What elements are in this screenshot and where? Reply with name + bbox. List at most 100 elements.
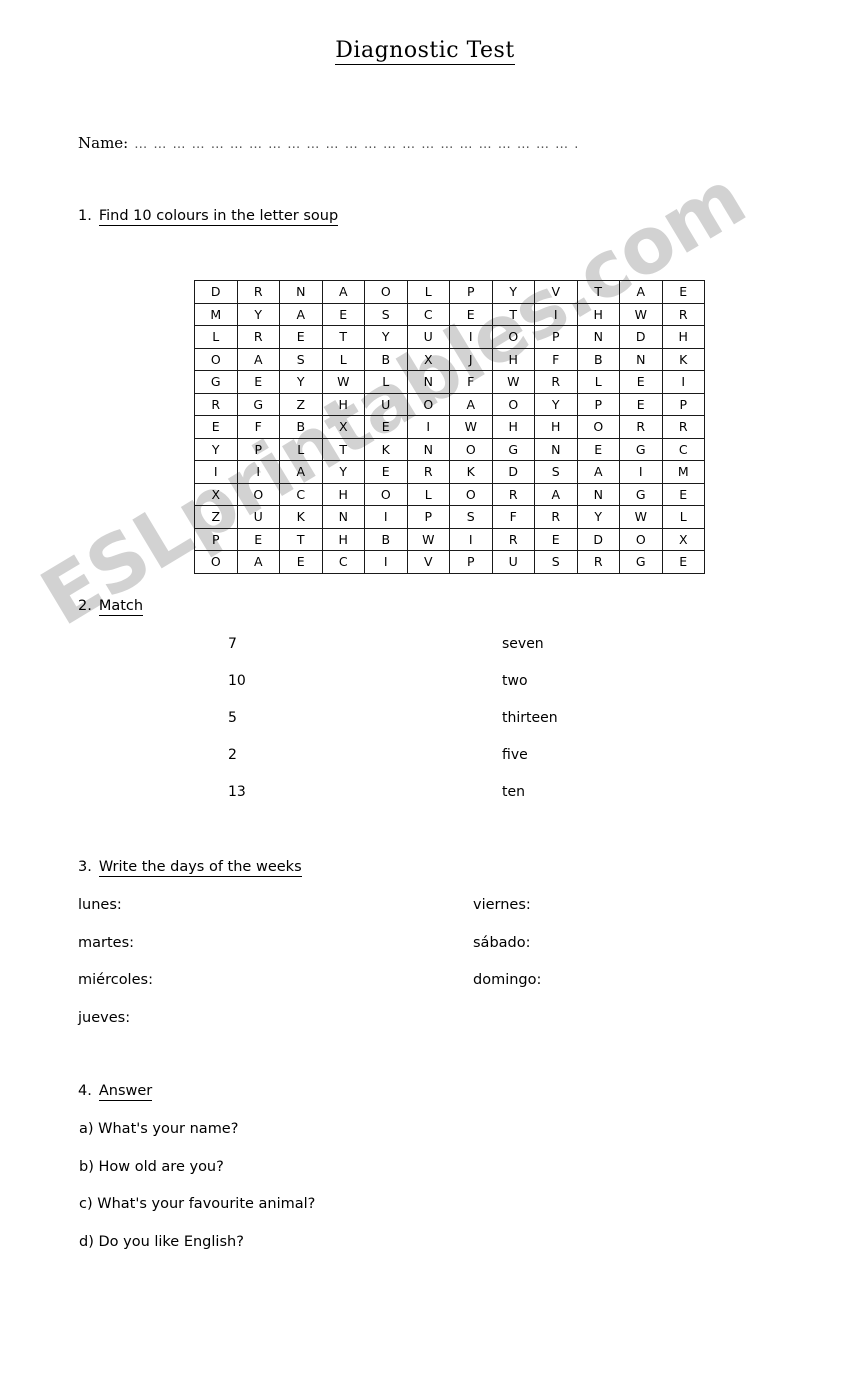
word-search-cell[interactable]: N [406,370,450,394]
word-search-cell[interactable]: K [279,505,323,529]
word-search-cell[interactable]: H [321,482,365,506]
word-search-cell[interactable]: R [619,415,663,439]
word-search-cell[interactable]: B [364,527,408,551]
word-search-cell[interactable]: E [619,370,663,394]
word-search-cell[interactable]: W [619,302,663,326]
word-search-cell[interactable]: W [406,527,450,551]
word-search-cell[interactable]: S [449,505,493,529]
word-search-cell[interactable]: E [194,415,238,439]
word-search-cell[interactable]: N [406,437,450,461]
word-search-cell[interactable]: K [449,460,493,484]
word-search-cell[interactable]: X [321,415,365,439]
word-search-cell[interactable]: W [321,370,365,394]
word-search-cell[interactable]: C [406,302,450,326]
word-search-cell[interactable]: A [236,550,280,574]
word-search-cell[interactable]: X [661,527,705,551]
word-search-cell[interactable]: A [449,392,493,416]
word-search-cell[interactable]: F [534,347,578,371]
day-label-item[interactable]: viernes: [473,895,541,933]
word-search-cell[interactable]: I [236,460,280,484]
word-search-cell[interactable]: X [406,347,450,371]
match-word-item[interactable]: five [502,745,558,782]
word-search-cell[interactable]: H [534,415,578,439]
word-search-cell[interactable]: I [449,527,493,551]
word-search-cell[interactable]: O [236,482,280,506]
word-search-cell[interactable]: P [406,505,450,529]
word-search-cell[interactable]: S [534,460,578,484]
word-search-cell[interactable]: J [449,347,493,371]
word-search-cell[interactable]: C [661,437,705,461]
word-search-cell[interactable]: H [321,527,365,551]
match-number-item[interactable]: 5 [228,708,246,745]
word-search-cell[interactable]: O [194,347,238,371]
word-search-cell[interactable]: V [406,550,450,574]
word-search-cell[interactable]: N [576,482,620,506]
word-search-cell[interactable]: A [279,302,323,326]
word-search-cell[interactable]: R [491,527,535,551]
word-search-cell[interactable]: A [279,460,323,484]
word-search-cell[interactable]: I [194,460,238,484]
word-search-cell[interactable]: Y [534,392,578,416]
day-label-item[interactable]: domingo: [473,970,541,1008]
match-number-item[interactable]: 10 [228,671,246,708]
word-search-cell[interactable]: T [321,325,365,349]
word-search-cell[interactable]: I [534,302,578,326]
word-search-cell[interactable]: O [194,550,238,574]
word-search-cell[interactable]: P [576,392,620,416]
word-search-cell[interactable]: Y [576,505,620,529]
match-number-item[interactable]: 7 [228,634,246,671]
word-search-cell[interactable]: T [576,280,620,304]
word-search-cell[interactable]: P [449,280,493,304]
word-search-cell[interactable]: E [619,392,663,416]
answer-question-item[interactable]: a) What's your name? [79,1119,315,1157]
answer-question-item[interactable]: d) Do you like English? [79,1232,315,1270]
word-search-cell[interactable]: F [491,505,535,529]
word-search-cell[interactable]: P [449,550,493,574]
word-search-cell[interactable]: O [364,280,408,304]
word-search-cell[interactable]: G [619,550,663,574]
word-search-cell[interactable]: R [534,370,578,394]
word-search-cell[interactable]: M [194,302,238,326]
word-search-cell[interactable]: W [449,415,493,439]
word-search-cell[interactable]: Z [279,392,323,416]
word-search-cell[interactable]: O [406,392,450,416]
word-search-cell[interactable]: H [491,415,535,439]
word-search-cell[interactable]: W [619,505,663,529]
word-search-cell[interactable]: H [491,347,535,371]
word-search-cell[interactable]: O [576,415,620,439]
word-search-cell[interactable]: O [491,392,535,416]
word-search-cell[interactable]: D [491,460,535,484]
word-search-cell[interactable]: A [321,280,365,304]
word-search-cell[interactable]: R [194,392,238,416]
match-number-item[interactable]: 2 [228,745,246,782]
word-search-cell[interactable]: R [236,325,280,349]
word-search-cell[interactable]: H [321,392,365,416]
word-search-cell[interactable]: P [236,437,280,461]
word-search-cell[interactable]: Z [194,505,238,529]
word-search-cell[interactable]: E [661,550,705,574]
word-search-cell[interactable]: V [534,280,578,304]
word-search-cell[interactable]: S [534,550,578,574]
answer-question-item[interactable]: c) What's your favourite animal? [79,1194,315,1232]
word-search-cell[interactable]: B [364,347,408,371]
match-word-item[interactable]: seven [502,634,558,671]
word-search-cell[interactable]: G [194,370,238,394]
word-search-cell[interactable]: R [236,280,280,304]
name-field-blank[interactable]: … … … … … … … … … … … … … … … … … … … … … [134,137,579,152]
word-search-cell[interactable]: F [449,370,493,394]
word-search-cell[interactable]: A [619,280,663,304]
word-search-cell[interactable]: E [661,280,705,304]
word-search-cell[interactable]: R [491,482,535,506]
word-search-cell[interactable]: Y [321,460,365,484]
word-search-cell[interactable]: G [491,437,535,461]
word-search-cell[interactable]: E [661,482,705,506]
day-label-item[interactable]: martes: [78,933,153,971]
word-search-cell[interactable]: L [406,482,450,506]
word-search-cell[interactable]: Y [236,302,280,326]
word-search-cell[interactable]: S [279,347,323,371]
word-search-cell[interactable]: E [449,302,493,326]
word-search-cell[interactable]: N [619,347,663,371]
word-search-cell[interactable]: O [364,482,408,506]
word-search-cell[interactable]: N [576,325,620,349]
word-search-cell[interactable]: A [236,347,280,371]
